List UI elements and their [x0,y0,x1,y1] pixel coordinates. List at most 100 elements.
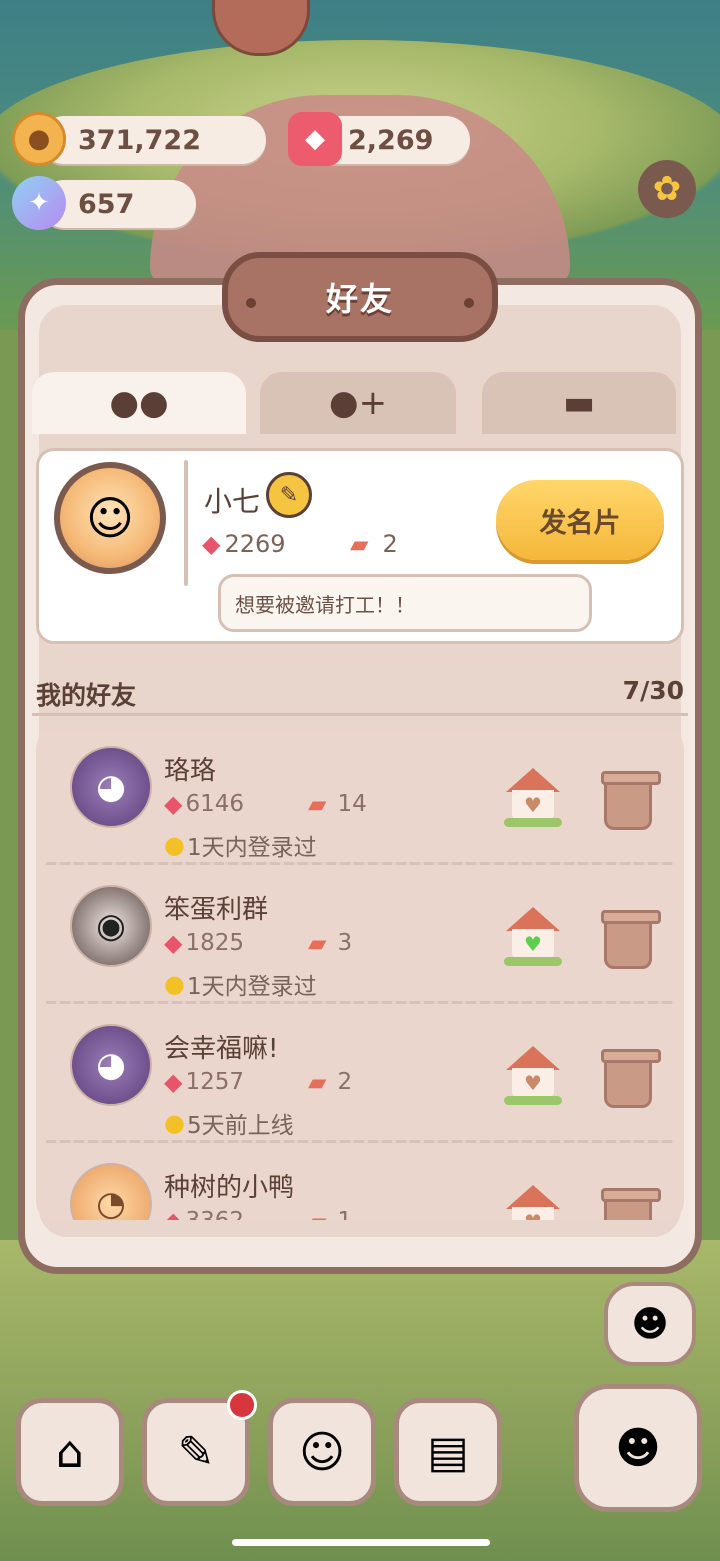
row-divider [46,862,674,865]
friend-list[interactable]: ◕ 珞珞 ◆ 6146 ▰ 14 ● 1天内登录过 ♥ ◉ 笨蛋利群 ◆ 1825 ▰ 3… [36,730,684,1220]
house-base [504,818,562,827]
plate-rivet [464,298,474,308]
player-jelly-value: 2269 [224,530,286,558]
friend-cards-value: 2 [337,1069,353,1095]
red-jelly-icon: ◆ [164,929,183,957]
build-button[interactable]: ⌂ [16,1398,124,1506]
friend-name: 笨蛋利群 [164,895,269,925]
player-cards-value: 2 [382,530,398,558]
avatar[interactable]: ◕ [70,746,152,828]
friend-jelly: ◆ 1257 [164,1068,244,1096]
friend-jelly-value: 3362 [185,1208,244,1220]
visit-house-button[interactable]: ♥ [504,768,562,828]
jelly-value: 2,269 [348,124,434,156]
coin-counter[interactable]: 371,722 [40,116,266,164]
avatar[interactable]: ◕ [70,1024,152,1106]
lightbulb-icon: ● [164,970,185,998]
coin-value: 371,722 [78,124,201,156]
friend-jelly-value: 1257 [185,1069,245,1095]
list-item[interactable]: ◉ 笨蛋利群 ◆ 1825 ▰ 3 ● 1天内登录过 ♥ [36,877,684,1016]
visit-house-button[interactable]: ♥ [504,1046,562,1106]
divider [184,460,188,586]
red-jelly-icon: ◆ [164,790,183,818]
list-item[interactable]: ◔ 种树的小鸭 ◆3362 ▰1 ♥ [36,1155,684,1220]
avatar[interactable]: ◔ [70,1163,152,1220]
list-item[interactable]: ◕ 珞珞 ◆ 6146 ▰ 14 ● 1天内登录过 ♥ [36,738,684,877]
red-jelly-icon: ◆ [288,112,342,166]
friends-section-title: 我的好友 [36,681,137,710]
friend-jelly: ◆ 6146 [164,790,244,818]
gear-icon[interactable]: ✿ [638,160,696,218]
visit-house-button[interactable]: ♥ [504,1185,562,1220]
cookie-coin-icon: ● [12,112,66,166]
characters-button[interactable]: ☺ [268,1398,376,1506]
thumbs-up-card-icon: ▰ [308,1207,326,1220]
trash-icon[interactable] [601,1188,661,1220]
house-heart-icon [506,907,560,931]
friends-count: 7/30 [622,676,684,705]
friend-login-text: 5天前上线 [186,1113,294,1139]
friend-login-text: 1天内登录过 [186,974,317,1000]
thumbs-up-card-icon: ▰ [350,530,369,558]
briefcase-icon: ▬ [562,383,596,423]
house-heart-icon [506,768,560,792]
thumbs-up-card-icon: ▰ [308,929,327,957]
trash-icon[interactable] [601,910,661,969]
candy-value: 657 [78,188,135,220]
friend-login-status: ● 1天内登录过 [164,828,317,862]
friend-cards: ▰1 [308,1207,352,1220]
trash-icon[interactable] [601,771,661,830]
status-message[interactable]: 想要被邀请打工！！ [218,574,592,632]
tab-friends[interactable]: ●● [32,372,246,434]
house-heart-icon [506,1185,560,1209]
panel-title: 好友 [325,280,394,318]
wrapped-candy-icon: ✦ [12,176,66,230]
friend-login-text: 1天内登录过 [186,835,317,861]
panel-title-plate: 好友 [222,252,498,342]
friend-cards-value: 14 [337,791,367,817]
friend-name: 会幸福嘛! [164,1034,279,1064]
house-base [504,1096,562,1105]
pencil-icon[interactable]: ✎ [266,472,312,518]
add-friend-icon: ●+ [328,383,388,423]
red-jelly-icon: ◆ [164,1068,183,1096]
lightbulb-icon: ● [164,1109,185,1137]
friend-login-status: ● 5天前上线 [164,1106,294,1140]
house-base [504,957,562,966]
friend-cards-value: 3 [337,930,353,956]
lightbulb-icon: ● [164,831,185,859]
friend-cards: ▰ 3 [308,929,352,957]
send-card-button[interactable]: 发名片 [496,480,664,560]
pet-house-button[interactable]: ☻ [574,1384,702,1512]
friend-cards: ▰ 14 [308,790,367,818]
friend-jelly: ◆ 1825 [164,929,244,957]
friend-login-status: ● 1天内登录过 [164,967,317,1001]
friend-jelly: ◆3362 [164,1207,244,1220]
heart-icon: ♥ [512,1207,554,1220]
plate-rivet [246,298,256,308]
tab-gifts[interactable]: ▬ [482,372,676,434]
list-item[interactable]: ◕ 会幸福嘛! ◆ 1257 ▰ 2 ● 5天前上线 ♥ [36,1016,684,1155]
avatar[interactable]: ☺ [54,462,166,574]
player-cards: ▰ 2 [350,530,398,558]
heart-icon: ♥ [512,929,554,959]
friend-jelly-value: 6146 [185,791,245,817]
notification-badge [227,1390,257,1420]
row-divider [46,1001,674,1004]
row-divider [46,1140,674,1143]
house-heart-icon [506,1046,560,1070]
red-jelly-icon: ◆ [164,1207,182,1220]
heart-icon: ♥ [512,1068,554,1098]
thumbs-up-card-icon: ▰ [308,790,327,818]
tab-add-friend[interactable]: ●+ [260,372,456,434]
pet-shortcut-button[interactable]: ☻ [604,1282,696,1366]
player-jelly: ◆ 2269 [202,530,286,558]
shop-button[interactable]: ▤ [394,1398,502,1506]
trash-icon[interactable] [601,1049,661,1108]
home-indicator[interactable] [232,1539,490,1546]
avatar[interactable]: ◉ [70,885,152,967]
friend-name: 珞珞 [164,756,217,786]
heart-icon: ♥ [512,790,554,820]
visit-house-button[interactable]: ♥ [504,907,562,967]
friend-jelly-value: 1825 [185,930,245,956]
